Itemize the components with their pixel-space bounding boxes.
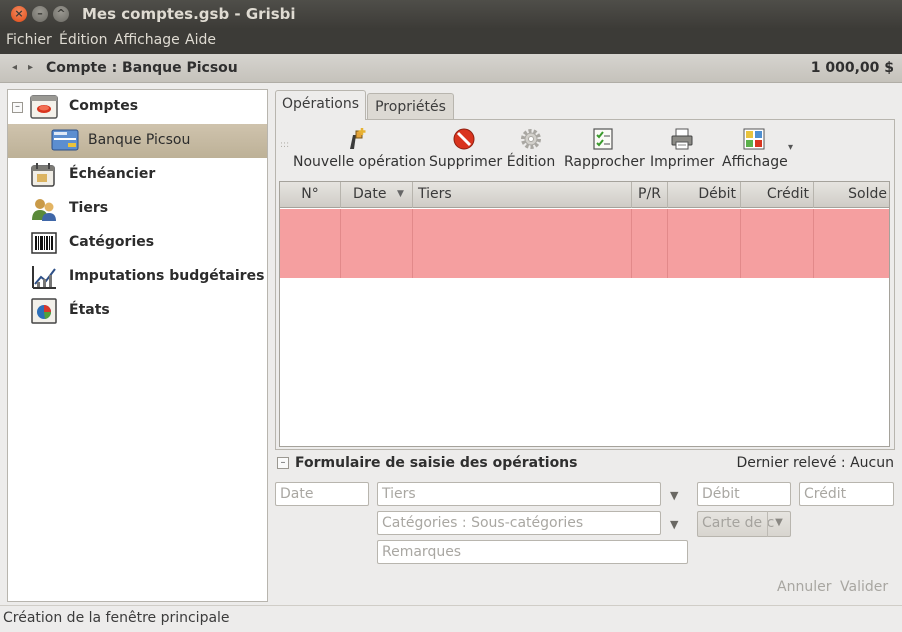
- account-title: Compte : Banque Picsou: [46, 60, 238, 76]
- menu-fichier[interactable]: Fichier: [6, 32, 52, 48]
- column-header-numero[interactable]: N°: [280, 182, 341, 208]
- tree-label-comptes: Comptes: [69, 98, 139, 114]
- menu-affichage[interactable]: Affichage: [114, 32, 180, 48]
- column-header-solde[interactable]: Solde: [814, 182, 889, 208]
- debit-field[interactable]: Débit: [697, 482, 791, 506]
- tree-label-etats: États: [69, 302, 110, 318]
- payee-field[interactable]: Tiers: [377, 482, 661, 506]
- menu-aide[interactable]: Aide: [185, 32, 216, 48]
- next-arrow-icon[interactable]: ▸: [28, 62, 33, 73]
- form-header: – Formulaire de saisie des opérations De…: [275, 452, 895, 476]
- tree-item-banque-picsou[interactable]: Banque Picsou: [8, 124, 267, 158]
- bank-card-icon: [51, 129, 79, 151]
- tree-item-echeancier[interactable]: Échéancier: [8, 158, 267, 192]
- reconcile-checklist-icon: [593, 128, 613, 150]
- new-transaction-button[interactable]: Nouvelle opération: [293, 127, 426, 175]
- print-button[interactable]: Imprimer: [650, 127, 714, 175]
- tree-label-imputations-budgetaires: Imputations budgétaires: [69, 268, 265, 284]
- credit-field[interactable]: Crédit: [799, 482, 894, 506]
- tree-label-tiers: Tiers: [69, 200, 109, 216]
- date-field[interactable]: Date: [275, 482, 369, 506]
- tree-label-echeancier: Échéancier: [69, 166, 156, 182]
- people-icon: [32, 199, 56, 221]
- transactions-list[interactable]: N° Date ▼ Tiers P/R Débit Crédit Solde: [279, 181, 890, 447]
- accounts-icon: [30, 95, 58, 119]
- form-title: Formulaire de saisie des opérations: [295, 455, 578, 471]
- display-button[interactable]: Affichage: [722, 127, 788, 175]
- navigation-tree: – Comptes Banque Picsou Échéancier Tiers…: [7, 89, 268, 602]
- tree-item-tiers[interactable]: Tiers: [8, 192, 267, 226]
- category-dropdown-arrow-icon[interactable]: ▼: [670, 518, 678, 531]
- delete-button[interactable]: Supprimer: [429, 127, 503, 175]
- column-header-debit[interactable]: Débit: [668, 182, 741, 208]
- barcode-icon: [31, 232, 57, 254]
- sort-descending-icon: ▼: [397, 189, 404, 199]
- validate-button[interactable]: Valider: [840, 579, 888, 595]
- column-header-pr[interactable]: P/R: [632, 182, 668, 208]
- printer-icon: [671, 128, 693, 150]
- display-icon: [743, 128, 765, 150]
- payment-method-dropdown-arrow-icon[interactable]: ▼: [767, 511, 790, 537]
- row-column-divider: [412, 209, 413, 278]
- window-maximize-button[interactable]: ^: [53, 6, 69, 22]
- gear-icon: [521, 129, 541, 149]
- row-column-divider: [340, 209, 341, 278]
- display-label: Affichage: [722, 154, 788, 170]
- new-transaction-icon: [350, 128, 366, 149]
- tab-operations[interactable]: Opérations: [275, 90, 366, 120]
- tree-item-categories[interactable]: Catégories: [8, 226, 267, 260]
- calendar-icon: [31, 163, 55, 187]
- edit-button[interactable]: Édition: [506, 127, 556, 175]
- category-field[interactable]: Catégories : Sous-catégories: [377, 511, 661, 535]
- delete-icon: [453, 128, 475, 150]
- tree-item-imputations-budgetaires[interactable]: Imputations budgétaires: [8, 260, 267, 294]
- account-balance: 1 000,00 $: [810, 60, 894, 76]
- delete-label: Supprimer: [429, 154, 503, 170]
- tab-proprietes[interactable]: Propriétés: [367, 93, 454, 120]
- window-title: Mes comptes.gsb - Grisbi: [82, 5, 296, 23]
- tree-item-comptes[interactable]: – Comptes: [8, 90, 267, 124]
- tree-label-banque-picsou: Banque Picsou: [88, 132, 191, 148]
- status-text: Création de la fenêtre principale: [3, 610, 230, 626]
- edit-label: Édition: [506, 154, 556, 170]
- payee-dropdown-arrow-icon[interactable]: ▼: [670, 489, 678, 502]
- notes-field[interactable]: Remarques: [377, 540, 688, 564]
- budget-chart-icon: [32, 266, 56, 289]
- menu-bar: Fichier Édition Affichage Aide: [0, 29, 902, 54]
- tree-label-categories: Catégories: [69, 234, 155, 250]
- window-minimize-button[interactable]: –: [32, 6, 48, 22]
- row-column-divider: [813, 209, 814, 278]
- row-column-divider: [740, 209, 741, 278]
- report-icon: [31, 298, 57, 324]
- table-row-selected[interactable]: [280, 209, 889, 278]
- window-close-button[interactable]: ×: [11, 6, 27, 22]
- toolbar-grip[interactable]: :::: [280, 141, 289, 150]
- tree-item-etats[interactable]: États: [8, 294, 267, 328]
- collapse-icon[interactable]: –: [12, 102, 23, 113]
- print-label: Imprimer: [650, 154, 715, 170]
- row-column-divider: [631, 209, 632, 278]
- account-header: ◂ ▸ Compte : Banque Picsou 1 000,00 $: [0, 54, 902, 83]
- column-header-date[interactable]: Date ▼: [341, 182, 413, 208]
- list-header: N° Date ▼ Tiers P/R Débit Crédit Solde: [280, 182, 889, 208]
- reconcile-label: Rapprocher: [564, 154, 645, 170]
- last-statement-label: Dernier relevé : Aucun: [736, 455, 894, 471]
- new-transaction-label: Nouvelle opération: [293, 154, 426, 170]
- previous-arrow-icon[interactable]: ◂: [12, 62, 17, 73]
- reconcile-button[interactable]: Rapprocher: [564, 127, 645, 175]
- cancel-button[interactable]: Annuler: [777, 579, 831, 595]
- status-bar: Création de la fenêtre principale: [0, 605, 902, 632]
- column-header-tiers[interactable]: Tiers: [413, 182, 632, 208]
- menu-edition[interactable]: Édition: [59, 32, 107, 48]
- row-column-divider: [667, 209, 668, 278]
- column-header-credit[interactable]: Crédit: [741, 182, 814, 208]
- title-bar: × – ^ Mes comptes.gsb - Grisbi: [0, 0, 902, 29]
- form-collapse-icon[interactable]: –: [277, 457, 289, 469]
- toolbar-overflow-arrow-icon[interactable]: ▾: [788, 142, 793, 153]
